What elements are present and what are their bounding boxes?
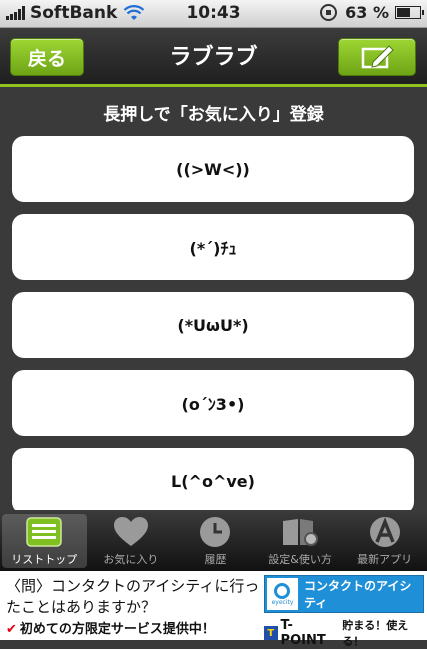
emoticon-list: ((>W<)) (*´)ﾁｭ (*UωU*) (o´ﾝ3•) L(^o^ve) — [12, 136, 414, 510]
clock-icon — [200, 517, 231, 547]
ad-brand-box: eyecity コンタクトのアイシティ — [264, 575, 424, 613]
tab-list-top[interactable]: リストトップ — [2, 514, 87, 568]
edit-note-icon — [361, 45, 394, 69]
rotation-lock-icon — [320, 4, 338, 21]
list-item[interactable]: ((>W<)) — [12, 136, 414, 202]
nav-bar: 戻る ラブラブ — [0, 28, 427, 87]
tpoint-logo-icon: T — [264, 626, 278, 640]
eyecity-logo-icon: eyecity — [267, 578, 298, 610]
list-item[interactable]: L(^o^ve) — [12, 448, 414, 510]
tab-history[interactable]: 履歴 — [173, 511, 258, 571]
settings-book-icon — [283, 519, 319, 546]
list-icon — [26, 517, 63, 547]
list-item[interactable]: (*UωU*) — [12, 292, 414, 358]
list-item[interactable]: (*´)ﾁｭ — [12, 214, 414, 280]
long-press-hint: 長押しで「お気に入り」登録 — [103, 105, 324, 125]
edit-button[interactable] — [338, 38, 416, 76]
list-item-label: (*UωU*) — [177, 315, 249, 335]
check-icon: ✔ — [6, 622, 17, 637]
tab-favorites[interactable]: お気に入り — [89, 511, 174, 571]
tpoint-badge: T T-POINT 貯まる！使える！ — [264, 617, 427, 649]
tab-settings[interactable]: 設定&使い方 — [258, 511, 343, 571]
ad-banner[interactable]: 〈問〉コンタクトのアイシティに行ったことはありますか？ ✔ 初めての方限定サービス… — [0, 571, 427, 648]
tab-label: リストトップ — [11, 553, 78, 566]
tab-label: 設定&使い方 — [268, 553, 332, 566]
ad-headline: 〈問〉コンタクトのアイシティに行ったことはありますか？ — [6, 577, 260, 616]
list-item-label: L(^o^ve) — [171, 471, 255, 491]
list-item[interactable]: (o´ﾝ3•) — [12, 370, 414, 436]
app-store-icon — [369, 517, 400, 547]
tpoint-text: T-POINT — [280, 618, 326, 648]
ad-subline-text: 初めての方限定サービス提供中！ — [19, 622, 215, 637]
eyecity-logo-text: eyecity — [271, 598, 294, 606]
list-item-label: ((>W<)) — [176, 159, 250, 179]
ad-subline: ✔ 初めての方限定サービス提供中！ — [6, 618, 215, 637]
tab-new-apps[interactable]: 最新アプリ — [342, 511, 427, 571]
tab-bar: リストトップ お気に入り 履歴 設定&使い方 最新アプリ — [0, 511, 427, 571]
tab-label: お気に入り — [103, 553, 159, 566]
status-bar: SoftBank 10:43 63 % — [0, 0, 427, 28]
list-item-label: (o´ﾝ3•) — [181, 395, 245, 414]
battery-icon — [395, 6, 424, 19]
tpoint-sub: 貯まる！使える！ — [342, 619, 409, 648]
ad-brand-name: コンタクトのアイシティ — [303, 579, 412, 610]
list-item-label: (*´)ﾁｭ — [189, 239, 237, 258]
battery-percent: 63 % — [345, 3, 389, 22]
tab-label: 履歴 — [204, 553, 227, 566]
tab-label: 最新アプリ — [357, 553, 413, 566]
heart-icon — [113, 517, 148, 546]
battery-fill — [397, 8, 411, 17]
